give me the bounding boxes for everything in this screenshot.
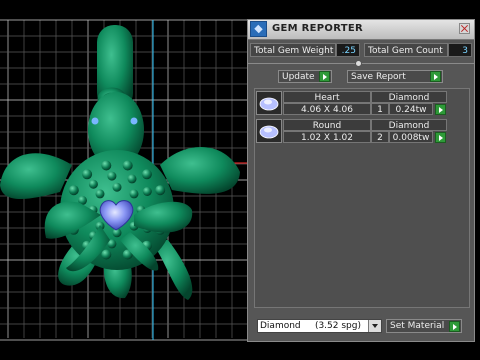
app-icon [250,21,267,37]
shell-bead [129,189,139,199]
heart-gem-thumbnail [256,91,282,115]
chevron-down-icon [368,320,381,332]
gem-row[interactable]: Heart Diamond 4.06 X 4.06 1 0.24tw [255,90,469,116]
gem-shape: Heart [283,91,371,103]
gem-row[interactable]: Round Diamond 1.02 X 1.02 2 0.008tw [255,118,469,144]
shell-bead [101,160,112,171]
shell-bead [68,185,79,196]
gem-list[interactable]: Heart Diamond 4.06 X 4.06 1 0.24tw Round… [254,88,470,308]
gem-type: Diamond [371,119,447,131]
gem-weight: 0.24tw [389,103,433,115]
gem-reporter-panel: GEM REPORTER Total Gem Weight .25 Total … [247,19,475,342]
update-button[interactable]: Update [278,70,332,83]
update-button-label: Update [282,72,315,82]
shell-bead [112,182,122,192]
gem-count: 2 [371,131,389,143]
shell-bead [142,187,152,196]
gem-shape: Round [283,119,371,131]
total-gem-count-value: 3 [448,43,472,57]
turtle-eye-left [91,117,99,125]
total-gem-weight-value: .25 [336,43,360,57]
turtle-eye-right [130,117,138,125]
close-icon[interactable] [459,23,470,34]
gem-size: 1.02 X 1.02 [283,131,371,143]
panel-title: GEM REPORTER [272,23,364,34]
set-material-button[interactable]: Set Material [386,319,462,333]
gem-type: Diamond [371,91,447,103]
shell-bead [155,185,166,196]
select-gem-icon[interactable] [435,104,446,115]
turtle-flipper-right [160,147,240,194]
material-select[interactable]: Diamond (3.52 spg) [257,319,382,333]
set-material-button-label: Set Material [390,321,445,331]
material-select-value: Diamond (3.52 spg) [260,321,361,331]
shell-bead [107,171,117,181]
select-gem-icon[interactable] [435,132,446,143]
set-material-go-icon [449,321,460,332]
update-go-icon [319,71,330,82]
splitter-knob[interactable] [355,60,362,67]
shell-bead [95,189,105,199]
gem-size: 4.06 X 4.06 [283,103,371,115]
panel-titlebar[interactable]: GEM REPORTER [248,20,474,40]
round-gem-thumbnail [256,119,282,143]
save-report-go-icon [430,71,441,82]
save-report-button-label: Save Report [351,72,406,82]
shell-bead [141,169,152,180]
total-gem-weight-label: Total Gem Weight [250,43,336,57]
shell-bead [82,169,93,180]
shell-bead [88,179,98,189]
shell-bead [101,249,112,260]
shell-bead [122,160,133,171]
save-report-button[interactable]: Save Report [347,70,443,83]
pendant-model[interactable] [0,25,240,300]
gem-count: 1 [371,103,389,115]
gem-weight: 0.008tw [389,131,433,143]
total-gem-count-label: Total Gem Count [364,43,448,57]
shell-bead [127,174,137,184]
turtle-flipper-left [0,153,72,200]
